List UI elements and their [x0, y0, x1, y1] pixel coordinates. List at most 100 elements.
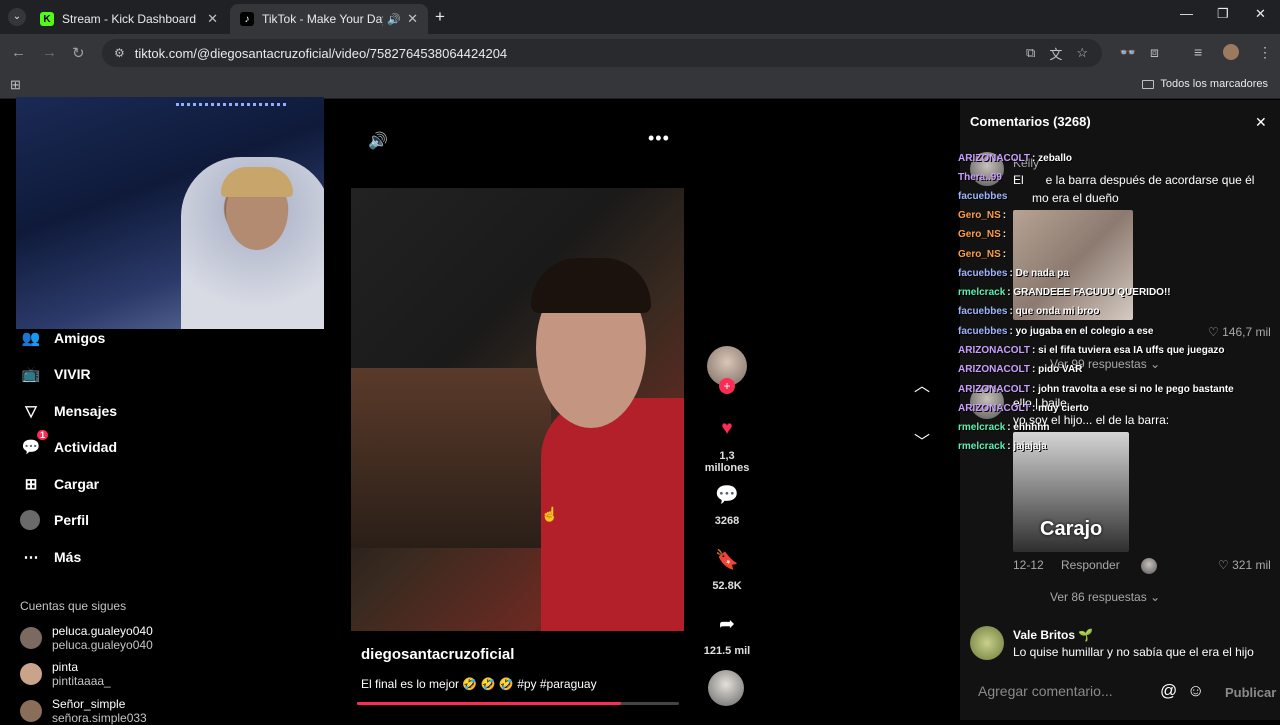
- chat-username: facuebbes: [958, 268, 1008, 279]
- close-window-icon[interactable]: ✕: [1255, 6, 1266, 22]
- video-progress-bar[interactable]: [357, 702, 679, 705]
- chat-message: facuebbes: que onda mi broo: [958, 306, 1099, 317]
- account-handle: pintitaaaa_: [52, 674, 111, 688]
- browser-tab-strip: ⌄ K Stream - Kick Dashboard ✕ ♪ TikTok -…: [0, 0, 1280, 34]
- restore-window-icon[interactable]: ❐: [1217, 6, 1229, 22]
- sidebar-item-friends[interactable]: 👥 Amigos: [20, 327, 106, 349]
- close-tab-icon[interactable]: ✕: [407, 11, 418, 27]
- translate-icon[interactable]: 文: [1049, 44, 1062, 63]
- like-button[interactable]: ♥ 1,3 millones: [697, 418, 757, 474]
- close-tab-icon[interactable]: ✕: [207, 11, 218, 27]
- comment-text-part: e la barra después de acordarse que él: [1045, 173, 1255, 187]
- chat-username: ARIZONACOLT: [958, 364, 1031, 375]
- chat-text: : pido VAR: [1032, 364, 1083, 375]
- comment-button[interactable]: 💬 3268: [697, 483, 757, 527]
- browser-toolbar: ← → ↻ ⚙ tiktok.com/@diegosantacruzoficia…: [0, 34, 1280, 72]
- comment-image[interactable]: [1013, 210, 1133, 320]
- following-account[interactable]: Señor_simple señora.simple033: [20, 697, 147, 725]
- chat-message: ARIZONACOLT: zeballo: [958, 153, 1072, 164]
- forward-icon[interactable]: →: [42, 44, 57, 61]
- site-info-icon[interactable]: ⚙: [114, 46, 125, 60]
- chat-username: rmelcrack: [958, 422, 1006, 433]
- comment-icon: 💬: [715, 485, 739, 506]
- chat-username: rmelcrack: [958, 287, 1006, 298]
- sound-avatar[interactable]: [708, 670, 744, 706]
- close-comments-icon[interactable]: ✕: [1255, 114, 1267, 131]
- volume-icon[interactable]: 🔊: [368, 131, 388, 151]
- messages-icon: ▽: [25, 403, 37, 420]
- apps-grid-icon[interactable]: ⊞: [10, 77, 21, 93]
- chat-username: rmelcrack: [958, 441, 1006, 452]
- sidebar-item-profile[interactable]: Perfil: [20, 510, 89, 530]
- install-app-icon[interactable]: ⧉: [1026, 45, 1035, 61]
- sidebar-item-live[interactable]: 📺 VIVIR: [20, 363, 91, 385]
- video-progress-fill: [357, 702, 622, 705]
- chat-text: : GRANDEEE FACUUU QUERIDO!!: [1007, 287, 1171, 298]
- comment-input[interactable]: Agregar comentario...: [978, 683, 1113, 699]
- chat-text: : john travolta a ese si no le pego bast…: [1032, 384, 1234, 395]
- emoji-picker-icon[interactable]: ☺: [1187, 681, 1204, 701]
- account-name: Señor_simple: [52, 697, 126, 711]
- tab-title: TikTok - Make Your Day: [262, 12, 384, 26]
- reload-icon[interactable]: ↻: [72, 44, 85, 62]
- sidebar-item-activity[interactable]: 💬 1 Actividad: [20, 430, 117, 458]
- following-heading: Cuentas que sigues: [20, 599, 127, 613]
- reply-button[interactable]: Responder: [1061, 558, 1120, 572]
- video-player[interactable]: ☝: [351, 188, 684, 631]
- comment-likes[interactable]: ♡ 321 mil: [1218, 558, 1271, 572]
- streamer-webcam: [16, 97, 324, 329]
- view-replies-button[interactable]: Ver 86 respuestas ⌄: [1050, 590, 1160, 604]
- following-account[interactable]: peluca.gualeyo040 peluca.gualeyo040: [20, 624, 153, 652]
- sidebar-item-label: Mensajes: [54, 403, 118, 419]
- chat-username: facuebbes: [958, 191, 1008, 202]
- browser-menu-icon[interactable]: ⋮: [1258, 44, 1272, 61]
- url-text: tiktok.com/@diegosantacruzoficial/video/…: [134, 45, 508, 61]
- back-icon[interactable]: ←: [11, 44, 26, 61]
- comment-likes[interactable]: ♡ 146,7 mil: [1208, 325, 1271, 339]
- comment-username[interactable]: Vale Britos 🌱: [1013, 628, 1093, 642]
- tab-tiktok[interactable]: ♪ TikTok - Make Your Day 🔊 ✕: [230, 4, 428, 34]
- more-options-icon[interactable]: •••: [648, 128, 670, 149]
- extensions-puzzle-icon[interactable]: ⧈: [1150, 44, 1159, 61]
- video-bar-shelf: [351, 368, 551, 548]
- following-account[interactable]: pinta pintitaaaa_: [20, 660, 111, 688]
- tab-kick-dashboard[interactable]: K Stream - Kick Dashboard ✕: [30, 4, 228, 34]
- like-count: 146,7 mil: [1222, 325, 1271, 339]
- avatar: [20, 663, 42, 685]
- chat-text: : zeballo: [1032, 153, 1073, 164]
- bookmark-star-icon[interactable]: ☆: [1076, 45, 1088, 61]
- all-bookmarks-button[interactable]: Todos los marcadores: [1142, 78, 1268, 90]
- avatar[interactable]: [970, 626, 1004, 660]
- previous-video-icon[interactable]: ︿: [914, 372, 930, 396]
- publish-button[interactable]: Publicar: [1225, 685, 1276, 700]
- sidebar-item-upload[interactable]: ⊞ Cargar: [20, 473, 99, 495]
- save-button[interactable]: 🔖 52.8K: [697, 548, 757, 592]
- new-tab-button[interactable]: +: [435, 7, 445, 27]
- address-bar[interactable]: ⚙ tiktok.com/@diegosantacruzoficial/vide…: [102, 39, 1102, 67]
- heart-outline-icon: ♡: [1208, 325, 1223, 339]
- extension-glasses-icon[interactable]: 👓: [1119, 44, 1136, 61]
- tab-audio-icon[interactable]: 🔊: [387, 13, 401, 26]
- media-controls-icon[interactable]: ≡: [1194, 44, 1202, 60]
- sidebar-item-more[interactable]: ⋯ Más: [20, 546, 82, 568]
- comment-count: 3268: [714, 515, 740, 527]
- next-video-icon[interactable]: ﹀: [914, 428, 930, 452]
- follow-plus-icon[interactable]: +: [719, 378, 735, 394]
- share-button[interactable]: ➦ 121.5 mil: [697, 613, 757, 657]
- chat-username: facuebbes: [958, 306, 1008, 317]
- minimize-window-icon[interactable]: —: [1180, 6, 1193, 21]
- video-person-hair: [531, 258, 651, 313]
- chat-message: facuebbes: [958, 191, 1009, 202]
- profile-avatar-icon[interactable]: [1223, 44, 1239, 60]
- chat-message: Thera..99: [958, 172, 1004, 183]
- chat-username: ARIZONACOLT: [958, 384, 1031, 395]
- video-author[interactable]: diegosantacruzoficial: [361, 646, 514, 663]
- chat-username: ARIZONACOLT: [958, 153, 1031, 164]
- profile-icon: [20, 510, 40, 530]
- tab-search-button[interactable]: ⌄: [8, 8, 26, 26]
- mention-icon[interactable]: @: [1160, 681, 1177, 701]
- sidebar-item-messages[interactable]: ▽ Mensajes: [20, 400, 117, 422]
- share-count: 121.5 mil: [703, 645, 751, 657]
- comment-date: 12-12: [1013, 558, 1044, 572]
- chat-text: : De nada pa: [1009, 268, 1069, 279]
